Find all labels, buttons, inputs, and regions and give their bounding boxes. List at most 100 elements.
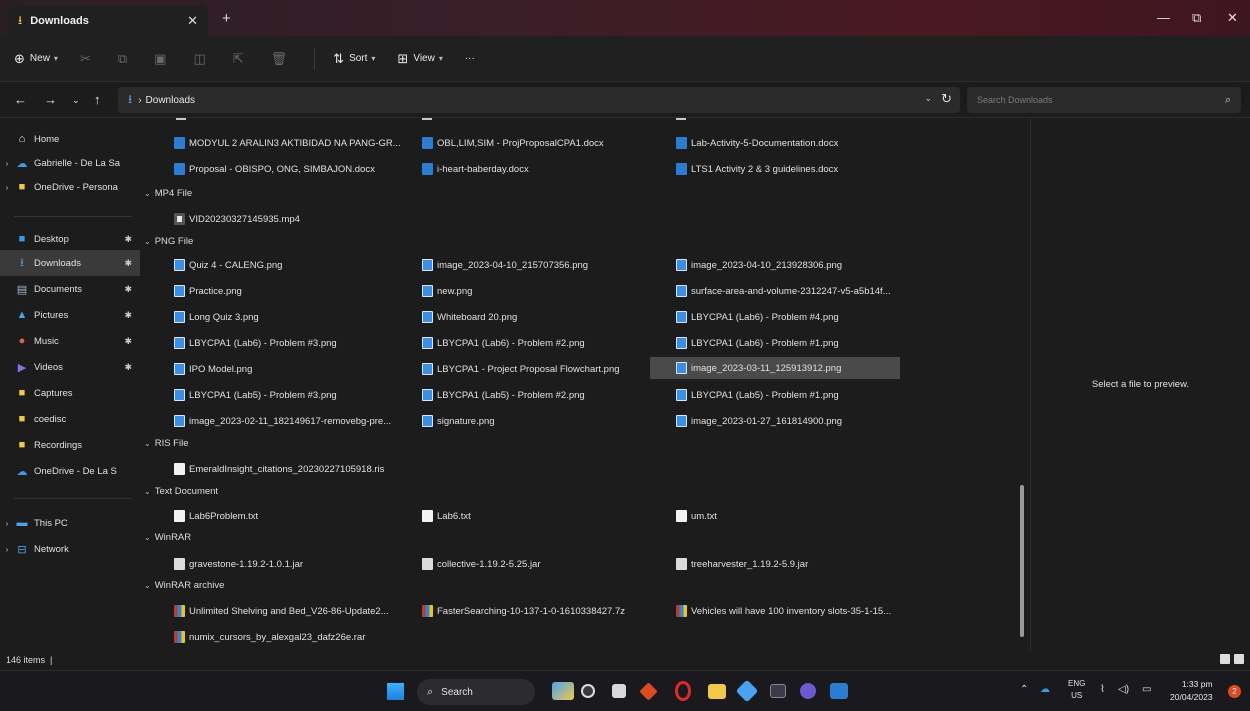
search-box[interactable]: ⌕ (967, 87, 1241, 113)
delete-button[interactable]: 🗑 (271, 51, 293, 67)
tiles-view-icon[interactable] (1234, 654, 1244, 664)
group-header-text[interactable]: ⌄ Text Document (144, 486, 218, 497)
close-window-button[interactable]: ✕ (1227, 10, 1238, 26)
sidebar-item-this-pc[interactable]: › ▬ This PC (0, 510, 140, 536)
volume-icon[interactable]: ◁) (1118, 684, 1129, 695)
expand-chevron-icon[interactable]: › (0, 183, 14, 192)
file-item-selected[interactable]: image_2023-03-11_125913912.png (650, 357, 900, 379)
sidebar-item-captures[interactable]: ■ Captures (0, 380, 140, 406)
file-item[interactable]: Lab6Problem.txt (174, 505, 414, 527)
file-item[interactable]: i-heart-baberday.docx (422, 158, 662, 180)
file-item[interactable]: Lab-Activity-5-Documentation.docx (676, 132, 916, 154)
terminal-icon[interactable] (770, 684, 786, 698)
file-item[interactable]: gravestone-1.19.2-1.0.1.jar (174, 553, 414, 575)
more-options-button[interactable]: ··· (465, 53, 475, 64)
file-item[interactable]: numix_cursors_by_alexgal23_dafz26e.rar (174, 626, 434, 648)
word-icon[interactable] (830, 683, 848, 699)
file-item[interactable]: Quiz 4 - CALENG.png (174, 254, 414, 276)
view-button[interactable]: ⊞ View ▾ (397, 51, 442, 67)
file-item[interactable]: surface-area-and-volume-2312247-v5-a5b14… (676, 280, 916, 302)
chevron-up-icon[interactable]: ⌃ (1020, 684, 1028, 695)
search-input[interactable] (977, 95, 1225, 105)
refresh-icon[interactable]: ↻ (941, 91, 952, 107)
sidebar-item-pictures[interactable]: ▲ Pictures ✱ (0, 302, 140, 328)
paste-button[interactable]: ▣ (154, 51, 171, 67)
file-item[interactable]: LBYCPA1 (Lab6) - Problem #4.png (676, 306, 916, 328)
file-item[interactable]: MODYUL 2 ARALIN3 AKTIBIDAD NA PANG-GR... (174, 132, 414, 154)
sidebar-item-onedrive-personal[interactable]: › ■ OneDrive - Persona (0, 174, 140, 200)
sidebar-item-coedisc[interactable]: ■ coedisc (0, 406, 140, 432)
app-purple-icon[interactable] (800, 683, 816, 699)
rename-button[interactable]: ◫ (193, 51, 210, 67)
file-item[interactable]: EmeraldInsight_citations_20230227105918.… (174, 458, 434, 480)
file-item[interactable]: LBYCPA1 - Project Proposal Flowchart.png (422, 358, 662, 380)
file-item[interactable]: Unlimited Shelving and Bed_V26-86-Update… (174, 600, 414, 622)
maximize-button[interactable]: ⧉ (1192, 10, 1201, 26)
group-header-winrar[interactable]: ⌄ WinRAR (144, 532, 191, 543)
language-indicator[interactable]: ENG US (1068, 678, 1085, 702)
file-item[interactable]: Lab6.txt (422, 505, 662, 527)
file-item[interactable]: Vehicles will have 100 inventory slots-3… (676, 600, 916, 622)
new-button[interactable]: ⊕ New ▾ (14, 51, 58, 67)
new-tab-button[interactable]: + (222, 10, 231, 27)
sidebar-item-music[interactable]: ● Music ✱ (0, 328, 140, 354)
expand-chevron-icon[interactable]: › (0, 159, 14, 168)
chat-icon[interactable] (581, 684, 595, 698)
file-item[interactable]: LBYCPA1 (Lab5) - Problem #3.png (174, 384, 414, 406)
onedrive-tray-icon[interactable]: ☁ (1040, 684, 1050, 695)
clock[interactable]: 1:33 pm 20/04/2023 (1170, 678, 1213, 704)
file-item[interactable]: um.txt (676, 505, 916, 527)
tab-close-button[interactable]: ✕ (187, 13, 198, 29)
recent-chevron-icon[interactable]: ⌄ (72, 95, 80, 106)
file-item[interactable]: LTS1 Activity 2 & 3 guidelines.docx (676, 158, 916, 180)
file-item[interactable]: IPO Model.png (174, 358, 414, 380)
expand-chevron-icon[interactable]: › (0, 545, 14, 554)
cut-button[interactable]: ✂ (80, 51, 96, 67)
up-arrow-icon[interactable]: ↑ (94, 92, 101, 107)
file-item[interactable]: OBL,LIM,SIM - ProjProposalCPA1.docx (422, 132, 662, 154)
file-item[interactable]: LBYCPA1 (Lab6) - Problem #2.png (422, 332, 662, 354)
group-header-mp4[interactable]: ⌄ MP4 File (144, 188, 192, 199)
opera-browser-icon[interactable] (675, 681, 691, 701)
task-view-icon[interactable] (612, 684, 626, 698)
app-red-diamond-icon[interactable] (639, 682, 658, 701)
file-item[interactable]: image_2023-04-10_213928306.png (676, 254, 916, 276)
copy-button[interactable]: ⧉ (118, 51, 132, 67)
back-arrow-icon[interactable]: ← (14, 92, 27, 107)
file-item[interactable]: Practice.png (174, 280, 414, 302)
sidebar-item-onedrive-dls[interactable]: ☁ OneDrive - De La S (0, 458, 140, 484)
file-item[interactable]: LBYCPA1 (Lab6) - Problem #3.png (174, 332, 414, 354)
sidebar-item-videos[interactable]: ▶ Videos ✱ (0, 354, 140, 380)
sidebar-item-downloads[interactable]: ⭳ Downloads ✱ (0, 250, 140, 276)
sidebar-item-home[interactable]: ⌂ Home (0, 126, 140, 152)
forward-arrow-icon[interactable]: → (44, 92, 57, 107)
file-item[interactable]: new.png (422, 280, 662, 302)
windows-start-icon[interactable] (387, 683, 404, 700)
file-item[interactable]: treeharvester_1.19.2-5.9.jar (676, 553, 916, 575)
file-explorer-icon[interactable] (708, 684, 726, 699)
file-item[interactable]: Whiteboard 20.png (422, 306, 662, 328)
address-bar[interactable]: ⭳ › Downloads ⌄ ↻ (118, 87, 960, 113)
sidebar-item-onedrive-school[interactable]: › ☁ Gabrielle - De La Sa (0, 150, 140, 176)
vertical-scrollbar[interactable] (1020, 485, 1024, 637)
breadcrumb-downloads[interactable]: Downloads (146, 95, 195, 106)
sidebar-item-documents[interactable]: ▤ Documents ✱ (0, 276, 140, 302)
file-item[interactable]: LBYCPA1 (Lab5) - Problem #1.png (676, 384, 916, 406)
sort-button[interactable]: ⇅ Sort ▾ (333, 51, 375, 67)
notification-badge[interactable]: 2 (1228, 685, 1241, 698)
sidebar-item-recordings[interactable]: ■ Recordings (0, 432, 140, 458)
sidebar-item-network[interactable]: › ⊟ Network (0, 536, 140, 562)
file-item[interactable]: signature.png (422, 410, 662, 432)
file-item[interactable]: VID20230327145935.mp4 (174, 208, 414, 230)
minimize-button[interactable]: — (1157, 10, 1170, 25)
file-item[interactable]: LBYCPA1 (Lab5) - Problem #2.png (422, 384, 662, 406)
file-item[interactable]: LBYCPA1 (Lab6) - Problem #1.png (676, 332, 916, 354)
battery-icon[interactable]: ▭ (1142, 684, 1151, 695)
file-item[interactable]: FasterSearching-10-137-1-0-1610338427.7z (422, 600, 662, 622)
details-view-icon[interactable] (1220, 654, 1230, 664)
file-item[interactable]: collective-1.19.2-5.25.jar (422, 553, 662, 575)
share-button[interactable]: ⇱ (233, 51, 249, 67)
file-item[interactable]: image_2023-04-10_215707356.png (422, 254, 662, 276)
file-item[interactable]: Proposal - OBISPO, ONG, SIMBAJON.docx (174, 158, 414, 180)
expand-chevron-icon[interactable]: › (0, 519, 14, 528)
